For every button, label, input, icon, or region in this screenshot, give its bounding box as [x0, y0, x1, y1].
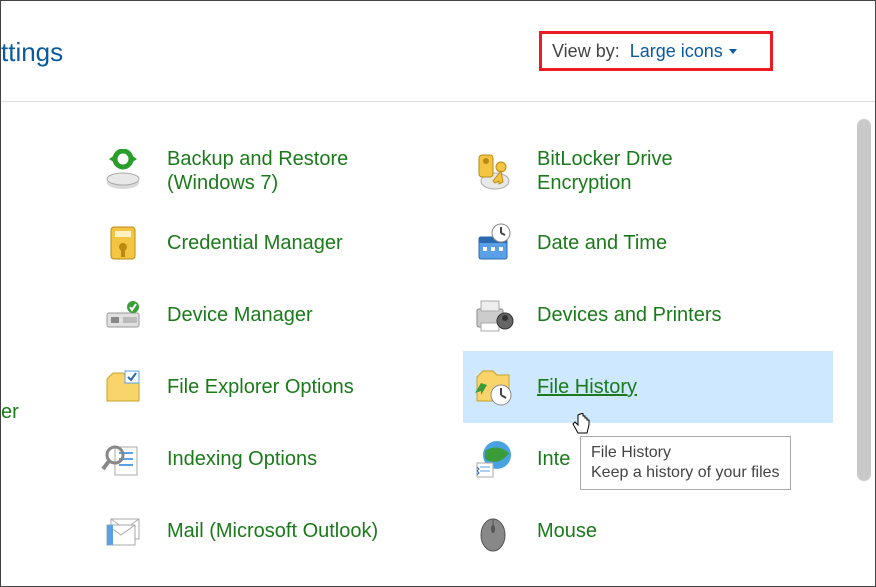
item-label: Credential Manager: [167, 231, 343, 255]
item-label: Indexing Options: [167, 447, 317, 471]
scrollbar-thumb[interactable]: [857, 119, 871, 481]
item-label: BitLocker Drive Encryption: [537, 147, 673, 195]
item-label: Device Manager: [167, 303, 313, 327]
file-history-icon: [471, 365, 515, 409]
item-label: Devices and Printers: [537, 303, 722, 327]
item-label: File History: [537, 375, 637, 399]
date-time-icon: [471, 221, 515, 265]
backup-restore-icon: [101, 149, 145, 193]
item-file-history[interactable]: File History: [463, 351, 833, 423]
page-title-cutoff: ttings: [1, 37, 63, 68]
item-label: Mail (Microsoft Outlook): [167, 519, 378, 543]
divider: [1, 101, 875, 102]
sidebar-label-cutoff: er: [1, 401, 19, 424]
bitlocker-icon: [471, 149, 515, 193]
mail-icon: [101, 509, 145, 553]
item-indexing-options[interactable]: Indexing Options: [93, 423, 463, 495]
item-backup-and-restore[interactable]: Backup and Restore (Windows 7): [93, 135, 463, 207]
control-panel-items-grid: Backup and Restore (Windows 7) BitLocker…: [93, 135, 835, 586]
control-panel-window: { "title_cut": "ttings", "viewby": {"lab…: [0, 0, 876, 587]
item-file-explorer-options[interactable]: File Explorer Options: [93, 351, 463, 423]
chevron-down-icon: [729, 49, 737, 54]
device-manager-icon: [101, 293, 145, 337]
item-label: Backup and Restore (Windows 7): [167, 147, 348, 195]
indexing-options-icon: [101, 437, 145, 481]
view-by-value: Large icons: [630, 41, 723, 62]
mouse-icon: [471, 509, 515, 553]
tooltip: File History Keep a history of your file…: [580, 436, 791, 490]
view-by-label: View by:: [552, 41, 620, 62]
file-explorer-options-icon: [101, 365, 145, 409]
internet-options-icon: [471, 437, 515, 481]
item-credential-manager[interactable]: Credential Manager: [93, 207, 463, 279]
devices-printers-icon: [471, 293, 515, 337]
item-date-and-time[interactable]: Date and Time: [463, 207, 833, 279]
view-by-selector[interactable]: View by: Large icons: [539, 31, 773, 71]
item-label: Mouse: [537, 519, 597, 543]
item-device-manager[interactable]: Device Manager: [93, 279, 463, 351]
item-label: Inte: [537, 447, 570, 471]
credential-manager-icon: [101, 221, 145, 265]
item-mail[interactable]: Mail (Microsoft Outlook): [93, 495, 463, 567]
item-label: File Explorer Options: [167, 375, 354, 399]
item-mouse[interactable]: Mouse: [463, 495, 833, 567]
item-label: Date and Time: [537, 231, 667, 255]
item-bitlocker[interactable]: BitLocker Drive Encryption: [463, 135, 833, 207]
item-devices-and-printers[interactable]: Devices and Printers: [463, 279, 833, 351]
